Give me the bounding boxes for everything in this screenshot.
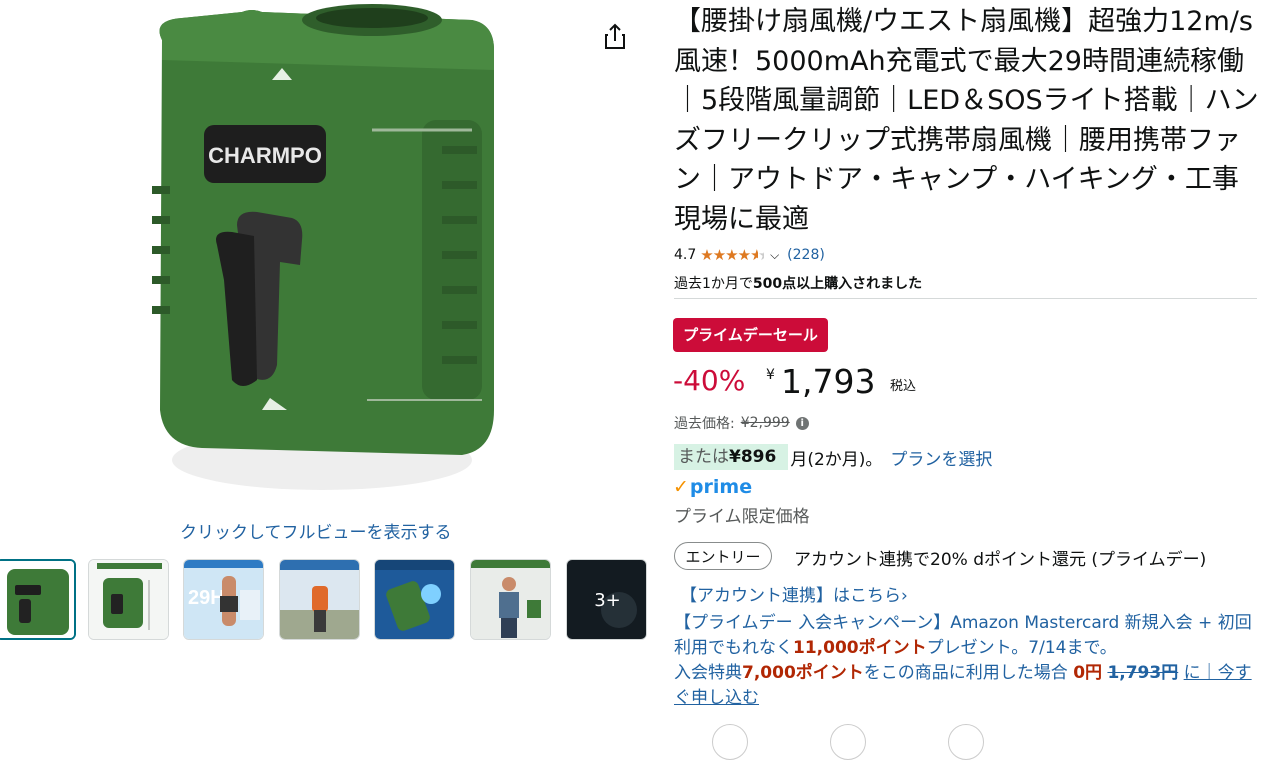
svg-text:29H: 29H — [188, 587, 225, 609]
discount-percent: -40% — [673, 364, 746, 397]
thumbnail-image — [89, 560, 168, 639]
prime-check-icon: ✓ — [673, 476, 689, 498]
price-value: 1,793 — [781, 362, 876, 401]
bought-in-past-month: 過去1か月で500点以上購入されました — [674, 276, 923, 292]
installment-row: または¥896 月(2か月)。 プランを選択 — [674, 444, 992, 470]
thumbnail-more[interactable]: 3+ — [566, 559, 647, 640]
rating-count-link[interactable]: (228) — [787, 247, 825, 263]
deal-badge: プライムデーセール — [673, 318, 828, 352]
past-price: ¥2,999 — [740, 415, 790, 431]
thumbnail-1[interactable] — [0, 559, 76, 640]
past-price-row: 過去価格: ¥2,999 i — [674, 413, 809, 433]
main-product-image[interactable]: CHARMPO — [142, 0, 498, 508]
select-plan-link[interactable]: プランを選択 — [890, 445, 992, 470]
info-icon[interactable]: i — [795, 416, 809, 430]
thumbnail-image — [375, 560, 454, 639]
heart-icon[interactable] — [830, 724, 866, 760]
entry-description: アカウント連携で20% dポイント還元 (プライムデー) — [794, 550, 1207, 570]
thumbnail-image: 29H — [184, 560, 263, 639]
thumbnail-3[interactable]: 29H — [183, 559, 264, 640]
share-icon[interactable] — [600, 22, 630, 52]
tax-label: 税込 — [890, 379, 917, 394]
product-title: 【腰掛け扇風機/ウエスト扇風機】超強力12m/s風速！5000mAh充電式で最大… — [674, 6, 1259, 235]
prime-only-price-label: プライム限定価格 — [674, 507, 810, 527]
price-currency: ¥ — [766, 367, 775, 383]
search-icon[interactable] — [948, 724, 984, 760]
past-price-label: 過去価格: — [674, 416, 735, 432]
svg-text:CHARMPO: CHARMPO — [208, 143, 322, 168]
account-link[interactable]: 【アカウント連携】はこちら› — [680, 581, 908, 606]
rating-row[interactable]: 4.7 ★★★★★★ ⌵ (228) — [674, 246, 825, 264]
more-images-label: 3+ — [567, 560, 646, 639]
thumbnail-6[interactable] — [470, 559, 551, 640]
entry-button[interactable]: エントリー — [674, 542, 772, 570]
fullview-link[interactable]: クリックしてフルビューを表示する — [180, 518, 452, 543]
mastercard-promo[interactable]: 【プライムデー 入会キャンペーン】Amazon Mastercard 新規入会 … — [674, 611, 1259, 711]
rating-value: 4.7 — [674, 247, 697, 263]
star-rating-icon: ★★★★★★ — [700, 246, 764, 264]
divider — [674, 298, 1257, 299]
thumbnail-image — [0, 561, 74, 638]
thumbnail-2[interactable] — [88, 559, 169, 640]
thumbnail-4[interactable] — [279, 559, 360, 640]
action-icon[interactable] — [712, 724, 748, 760]
installment-highlight: または¥896 — [674, 444, 789, 470]
chevron-down-icon[interactable]: ⌵ — [770, 248, 779, 263]
thumbnail-image — [280, 560, 359, 639]
prime-logo: ✓ prime — [673, 476, 753, 498]
thumbnail-image — [471, 560, 550, 639]
thumbnail-5[interactable] — [374, 559, 455, 640]
installment-period: 月(2か月)。 — [790, 449, 883, 470]
